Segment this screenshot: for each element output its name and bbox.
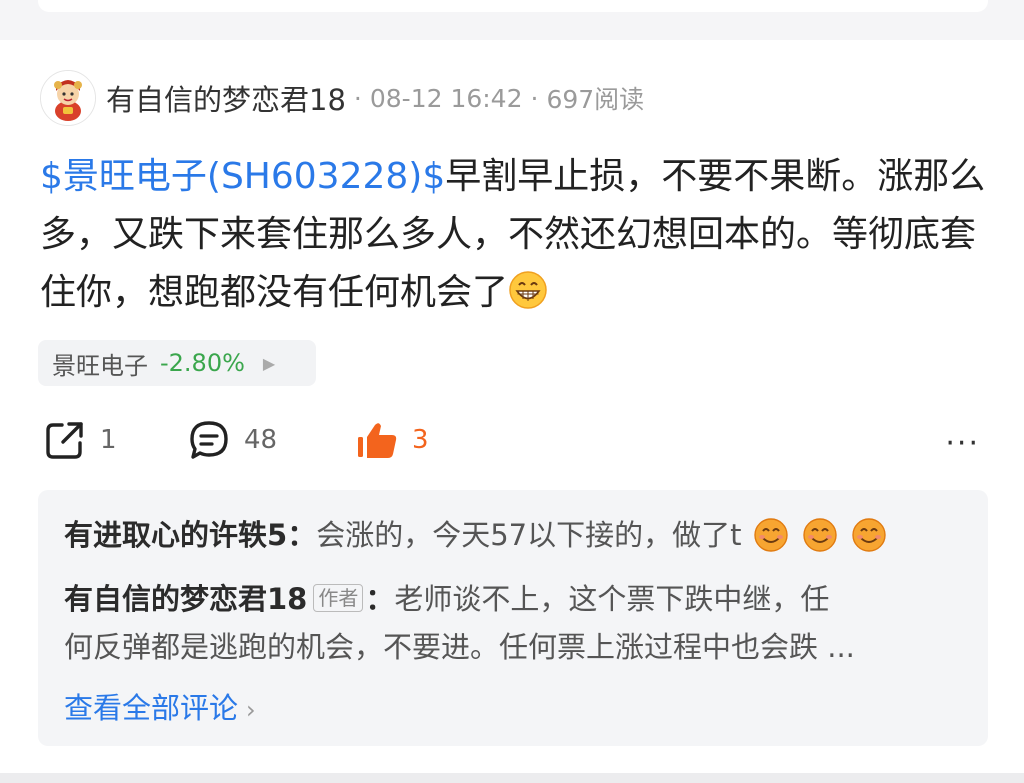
comment-user[interactable]: 有自信的梦恋君18 xyxy=(64,582,307,616)
action-bar: 1 48 3 ··· xyxy=(0,412,1024,468)
comment-text-continued: 何反弹都是逃跑的机会，不要进。任何票上涨过程中也会跌 ... xyxy=(64,630,855,664)
previous-card-edge xyxy=(38,0,988,12)
post-time: 08-12 16:42 xyxy=(369,83,523,113)
thumbs-up-icon xyxy=(358,423,397,458)
share-button[interactable]: 1 xyxy=(42,412,117,468)
avatar-icon xyxy=(41,71,95,125)
comment-item[interactable]: 有进取心的许轶5：会涨的，今天57以下接的，做了t xyxy=(64,510,887,560)
post-header: 有自信的梦恋君18 · 08-12 16:42 · 697阅读 xyxy=(106,76,644,120)
author-badge: 作者 xyxy=(313,584,364,612)
like-count: 3 xyxy=(412,425,429,455)
view-all-comments-link[interactable]: 查看全部评论 › xyxy=(64,686,256,732)
comment-separator: ： xyxy=(287,518,317,552)
chevron-right-icon: › xyxy=(246,696,256,724)
author-name[interactable]: 有自信的梦恋君18 xyxy=(106,77,346,119)
stock-quote-tag[interactable]: 景旺电子 -2.80% ▶ xyxy=(38,340,316,386)
post-body: $景旺电子(SH603228)$早割早止损，不要不果断。涨那么多，又跌下来套住那… xyxy=(40,148,990,322)
stock-tag-change: -2.80% xyxy=(160,349,245,377)
comments-panel: 有进取心的许轶5：会涨的，今天57以下接的，做了t 有自信的梦恋君18 作者 ：老师… xyxy=(38,490,988,746)
stock-tag-name: 景旺电子 xyxy=(52,351,148,380)
separator-dot: · xyxy=(530,83,539,113)
smile-emoji-icon xyxy=(803,518,837,552)
view-all-comments-label: 查看全部评论 xyxy=(64,691,239,725)
author-avatar[interactable] xyxy=(40,70,96,126)
comment-bubble-icon xyxy=(190,421,228,459)
separator-dot: · xyxy=(353,83,362,113)
stock-link[interactable]: $景旺电子(SH603228)$ xyxy=(40,156,445,197)
grinning-face-emoji-icon xyxy=(509,271,547,309)
share-count: 1 xyxy=(100,425,117,455)
comment-text: 会涨的，今天57以下接的，做了t xyxy=(316,518,742,552)
comment-user[interactable]: 有进取心的许轶5 xyxy=(64,518,287,552)
smile-emoji-icon xyxy=(852,518,886,552)
play-arrow-icon: ▶ xyxy=(262,353,276,373)
smile-emoji-icon xyxy=(754,518,788,552)
comment-count: 48 xyxy=(244,425,278,455)
like-button[interactable]: 3 xyxy=(354,412,429,468)
more-options-icon[interactable]: ··· xyxy=(945,426,980,461)
bottom-divider xyxy=(0,773,1024,783)
comment-item[interactable]: 有自信的梦恋君18 作者 ：老师谈不上，这个票下跌中继，任 xyxy=(64,574,829,624)
comment-text: 老师谈不上，这个票下跌中继，任 xyxy=(394,582,830,616)
view-count: 697阅读 xyxy=(546,85,645,114)
comment-button[interactable]: 48 xyxy=(186,412,277,468)
comment-separator: ： xyxy=(365,582,395,616)
share-icon xyxy=(46,422,83,459)
